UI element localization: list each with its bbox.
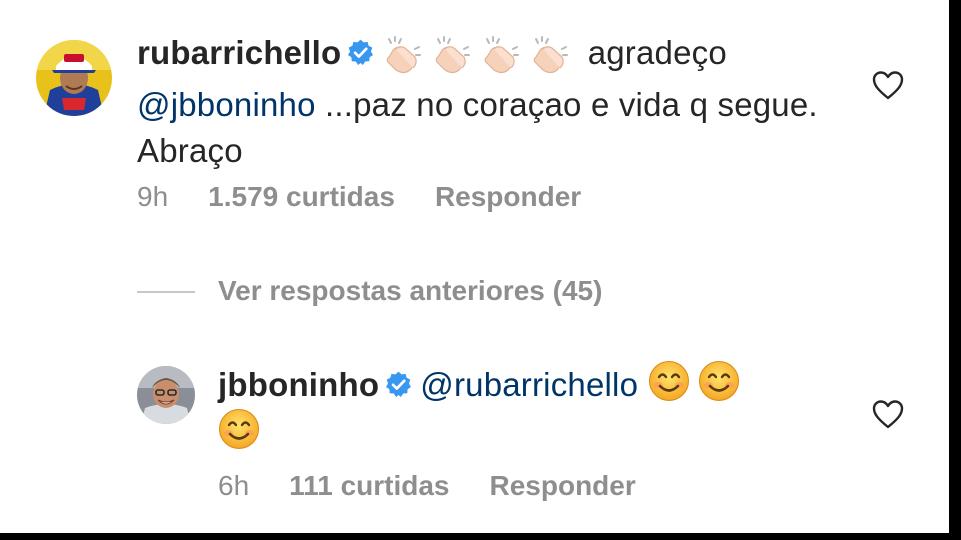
- clapping-hands-icon: [382, 36, 422, 76]
- comment-meta: 9h 1.579 curtidas Responder: [137, 181, 621, 213]
- verified-badge-icon: [347, 39, 374, 66]
- smiling-face-icon: [648, 360, 690, 402]
- avatar-rubarrichello[interactable]: [36, 40, 112, 116]
- comment-username[interactable]: rubarrichello: [137, 34, 341, 71]
- comment-meta: 6h 111 curtidas Responder: [218, 470, 676, 502]
- comment-body: rubarrichello agradeço @jbboninho ...paz…: [137, 30, 837, 174]
- comment-username[interactable]: jbboninho: [218, 366, 379, 403]
- smiling-face-icon: [698, 360, 740, 402]
- reply-button[interactable]: Responder: [435, 181, 581, 212]
- mention-link[interactable]: @jbboninho: [137, 86, 316, 123]
- clapping-hands-icon: [529, 36, 569, 76]
- likes-count[interactable]: 1.579 curtidas: [208, 181, 395, 212]
- clapping-hands-icon: [431, 36, 471, 76]
- likes-count[interactable]: 111 curtidas: [289, 470, 449, 501]
- like-heart-icon[interactable]: [872, 399, 904, 429]
- comment-time: 9h: [137, 181, 169, 212]
- replies-divider: [137, 291, 195, 293]
- smiling-face-icon: [218, 408, 260, 450]
- verified-badge-icon: [385, 371, 412, 398]
- comment-time: 6h: [218, 470, 250, 501]
- comments-panel: rubarrichello agradeço @jbboninho ...paz…: [0, 0, 949, 533]
- reply-button[interactable]: Responder: [490, 470, 636, 501]
- comment-body: jbboninho @rubarrichello: [218, 360, 838, 456]
- mention-link[interactable]: @rubarrichello: [420, 366, 638, 403]
- emoji-group: [382, 36, 578, 82]
- view-previous-replies-button[interactable]: Ver respostas anteriores (45): [218, 275, 602, 307]
- clapping-hands-icon: [480, 36, 520, 76]
- comment-text: agradeço: [587, 34, 727, 71]
- avatar-jbboninho[interactable]: [137, 366, 195, 424]
- like-heart-icon[interactable]: [872, 70, 904, 100]
